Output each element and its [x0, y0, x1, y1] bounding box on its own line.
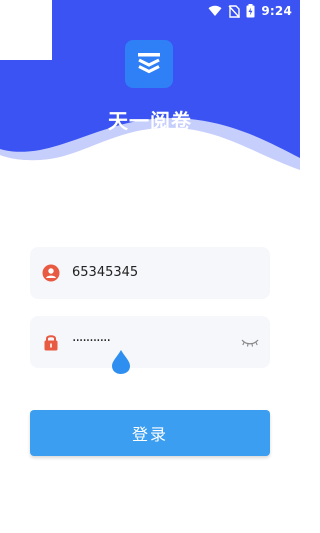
username-input[interactable]: 65345345: [72, 264, 138, 282]
login-button[interactable]: 登录: [30, 410, 270, 456]
username-field[interactable]: 65345345: [30, 247, 270, 299]
password-input[interactable]: ···········: [72, 332, 111, 350]
text-cursor-handle[interactable]: [111, 349, 131, 375]
lock-icon: [42, 333, 60, 351]
app-title: 天一阅卷: [108, 109, 192, 133]
header-banner: [0, 0, 300, 200]
eye-closed-icon[interactable]: [240, 335, 260, 349]
wifi-icon: [208, 5, 222, 17]
battery-charging-icon: [246, 4, 255, 18]
user-icon: [42, 264, 60, 282]
no-sim-icon: [228, 4, 241, 18]
password-field[interactable]: ···········: [30, 316, 270, 368]
app-logo-icon: [125, 40, 173, 88]
status-time: 9:24: [261, 4, 292, 18]
status-bar: 9:24: [0, 0, 300, 22]
